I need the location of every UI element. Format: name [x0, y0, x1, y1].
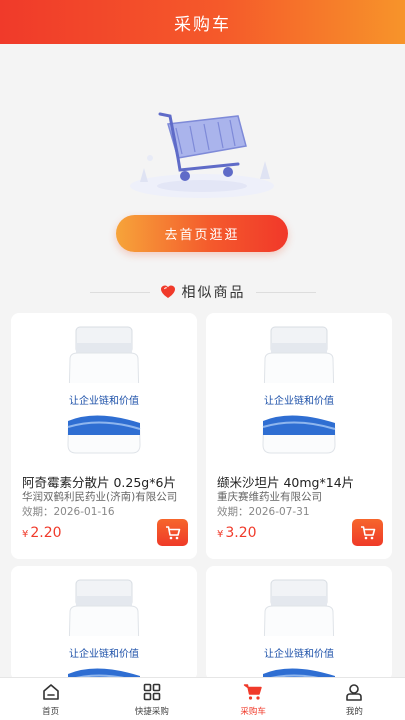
tab-mine[interactable]: 我的 — [304, 678, 405, 720]
tab-label: 采购车 — [240, 706, 266, 717]
similar-products-title: 相似商品 — [181, 285, 246, 301]
grid-icon — [143, 683, 161, 700]
price-value: 3.20 — [225, 525, 257, 541]
add-to-cart-button[interactable] — [352, 519, 383, 546]
divider-left — [89, 291, 150, 293]
cart-icon — [165, 525, 180, 539]
top-bar: 采购车 — [0, 0, 405, 44]
product-card[interactable]: 让企业链和价值 缬米沙坦片 40mg*14片 重庆赛维药业有限公司 效期：202… — [206, 313, 392, 559]
product-price: ¥3.20 — [217, 525, 257, 541]
cart-icon — [243, 683, 262, 700]
medicine-bottle-image: 让企业链和价值 — [262, 326, 336, 454]
bottle-label-text: 让企业链和价值 — [69, 394, 139, 407]
page-title: 采购车 — [174, 14, 231, 35]
bottle-label-text: 让企业链和价值 — [264, 647, 334, 660]
price-value: 2.20 — [30, 525, 62, 541]
product-price: ¥2.20 — [22, 525, 62, 541]
currency-symbol: ¥ — [217, 529, 224, 540]
tab-cart[interactable]: 采购车 — [203, 678, 304, 720]
bottom-tab-bar: 首页 快捷采购 采购车 我的 — [0, 677, 405, 720]
user-icon — [346, 683, 363, 701]
tab-label: 快捷采购 — [134, 706, 169, 717]
medicine-bottle-image: 让企业链和价值 — [67, 326, 141, 454]
bottle-label-text: 让企业链和价值 — [264, 394, 334, 407]
product-expiry: 效期：2026-01-16 — [22, 506, 115, 518]
add-to-cart-button[interactable] — [157, 519, 188, 546]
heart-icon — [160, 285, 175, 298]
product-card[interactable]: 让企业链和价值 — [206, 566, 392, 681]
product-card[interactable]: 让企业链和价值 阿奇霉素分散片 0.25g*6片 华润双鹤利民药业(济南)有限公… — [11, 313, 197, 559]
product-manufacturer: 华润双鹤利民药业(济南)有限公司 — [22, 491, 178, 503]
go-home-button[interactable]: 去首页逛逛 — [116, 215, 288, 252]
home-icon — [42, 683, 59, 700]
medicine-bottle-image: 让企业链和价值 — [67, 579, 141, 681]
tab-quick-purchase[interactable]: 快捷采购 — [101, 678, 202, 720]
product-card[interactable]: 让企业链和价值 — [11, 566, 197, 681]
tab-label: 我的 — [345, 706, 363, 717]
product-expiry: 效期：2026-07-31 — [217, 506, 310, 518]
medicine-bottle-image: 让企业链和价值 — [262, 579, 336, 681]
cart-icon — [360, 525, 375, 539]
empty-cart-illustration — [130, 112, 274, 198]
tab-home[interactable]: 首页 — [0, 678, 101, 720]
product-manufacturer: 重庆赛维药业有限公司 — [217, 491, 322, 503]
divider-right — [255, 291, 316, 293]
similar-products-header: 相似商品 — [0, 280, 405, 304]
currency-symbol: ¥ — [22, 529, 29, 540]
bottle-label-text: 让企业链和价值 — [69, 647, 139, 660]
tab-label: 首页 — [42, 706, 60, 717]
